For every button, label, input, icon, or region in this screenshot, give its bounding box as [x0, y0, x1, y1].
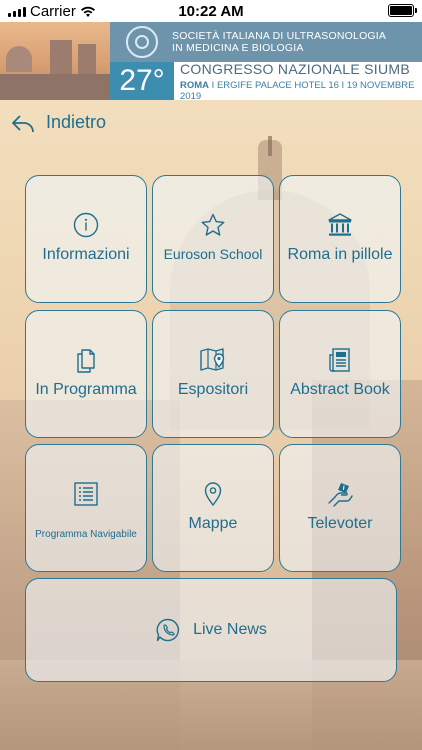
menu-tile-televoter[interactable]: Televoter: [279, 444, 401, 572]
menu-tile-programma-navigabile[interactable]: Programma Navigabile: [25, 444, 147, 572]
menu-tile-euroson-school[interactable]: Euroson School: [152, 175, 274, 303]
location-pin-icon: [204, 482, 222, 507]
battery-icon: [388, 4, 417, 17]
menu-tile-abstract-book[interactable]: Abstract Book: [279, 310, 401, 438]
status-time: 10:22 AM: [178, 3, 244, 20]
congress-banner: SOCIETÀ ITALIANA DI ULTRASONOLOGIA IN ME…: [0, 22, 422, 102]
menu-label: Espositori: [177, 381, 249, 398]
rome-skyline-image: [0, 22, 110, 100]
back-button[interactable]: Indietro: [10, 112, 106, 133]
menu-label: Televoter: [307, 515, 373, 532]
menu-tile-in-programma[interactable]: In Programma: [25, 310, 147, 438]
menu-tile-roma-in-pillole[interactable]: Roma in pillole: [279, 175, 401, 303]
list-icon: [74, 482, 98, 506]
society-name: SOCIETÀ ITALIANA DI ULTRASONOLOGIA IN ME…: [172, 30, 387, 54]
menu-label: Mappe: [188, 515, 238, 532]
back-arrow-icon: [12, 114, 34, 132]
map-pin-icon: [200, 348, 225, 371]
menu-tile-mappe[interactable]: Mappe: [152, 444, 274, 572]
hand-vote-icon: [328, 483, 353, 507]
live-news-label: Live News: [193, 621, 267, 638]
bank-icon: [328, 213, 352, 236]
newspaper-icon: [329, 348, 350, 372]
live-news-button[interactable]: Live News: [25, 578, 397, 682]
menu-label: Roma in pillole: [287, 246, 393, 263]
star-icon: [201, 213, 225, 236]
menu-label: Euroson School: [163, 246, 263, 262]
siumb-logo-icon: [126, 26, 158, 58]
menu-label: Abstract Book: [290, 381, 390, 398]
info-icon: [73, 212, 99, 238]
chat-bubble-icon: [156, 618, 180, 642]
menu-tile-informazioni[interactable]: Informazioni: [25, 175, 147, 303]
congress-title: CONGRESSO NAZIONALE SIUMB: [180, 60, 410, 77]
status-bar: Carrier 10:22 AM: [0, 0, 422, 22]
edition-number: 27°: [110, 62, 174, 100]
menu-label: Informazioni: [42, 246, 130, 263]
back-label: Indietro: [46, 112, 107, 132]
background-cross: [268, 136, 272, 156]
menu-tile-espositori[interactable]: Espositori: [152, 310, 274, 438]
venue-line: ROMA I ERGIFE PALACE HOTEL 16 I 19 NOVEM…: [180, 79, 415, 102]
menu-label: In Programma: [35, 381, 137, 398]
documents-icon: [77, 349, 95, 373]
menu-label: Programma Navigabile: [35, 529, 137, 540]
